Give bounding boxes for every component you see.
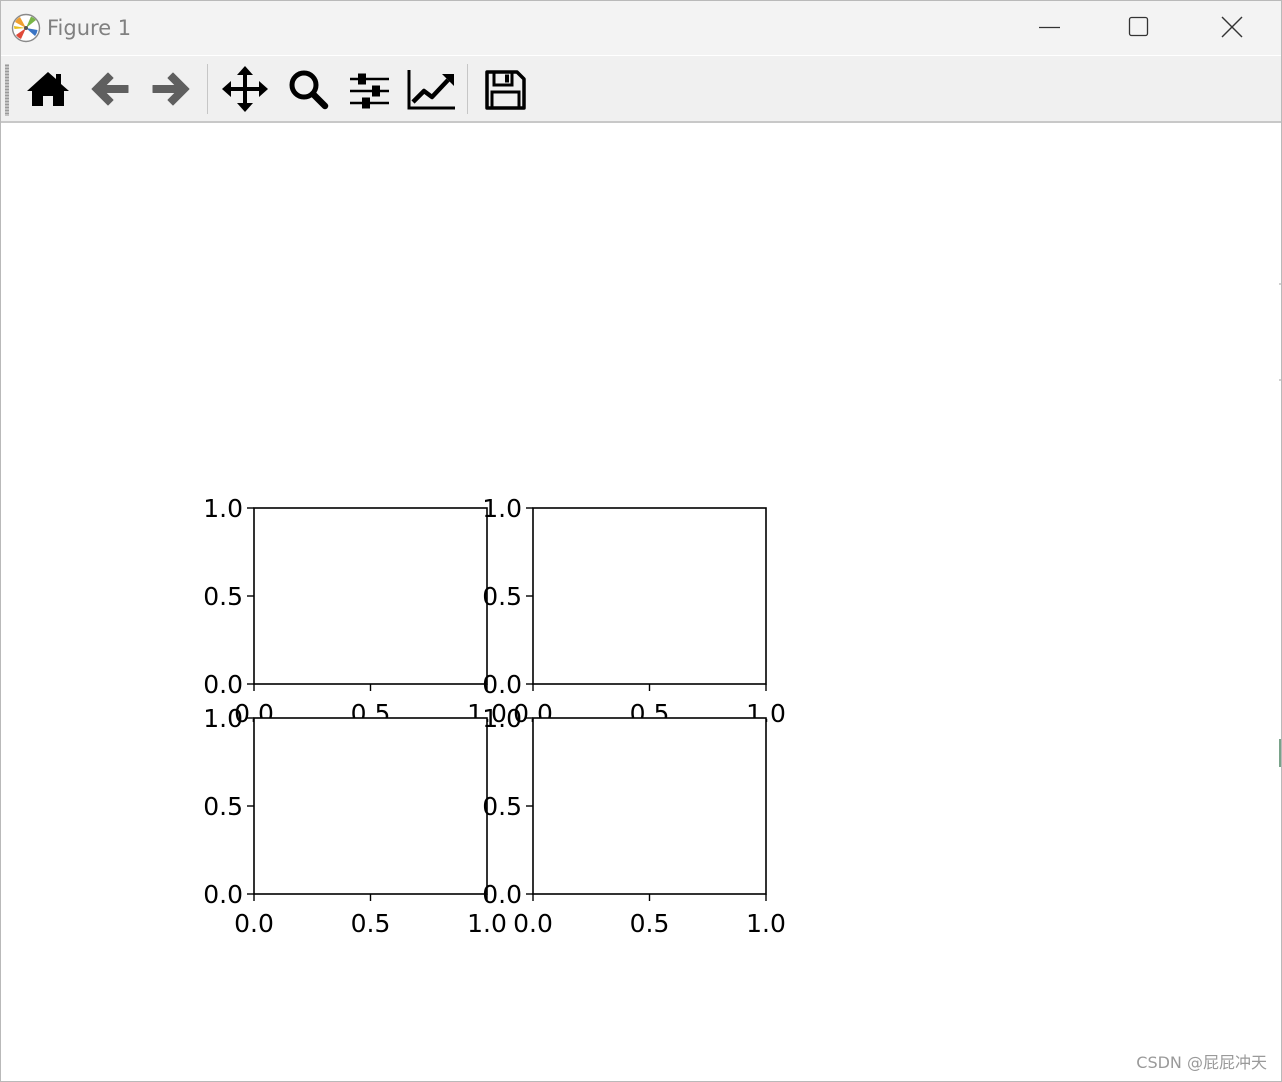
edit-axes-button[interactable]	[404, 62, 458, 116]
forward-button[interactable]	[144, 62, 198, 116]
y-tick-label: 1.0	[203, 494, 243, 523]
back-button[interactable]	[83, 62, 137, 116]
axes-frame	[532, 717, 767, 895]
y-tick-label: 0.5	[203, 582, 243, 611]
zoom-button[interactable]	[280, 62, 334, 116]
magnifier-icon	[289, 70, 329, 110]
toolbar-separator	[207, 64, 208, 114]
figure-canvas[interactable]: 0.0 0.5 1.0 0.0 0.5 1.0 0.0 0.5 1.0 0.0 0.5 1.0 0.0 0…	[1, 123, 1281, 1081]
axes-frame	[532, 507, 767, 685]
x-tick-label: 0.5	[351, 909, 391, 938]
x-tick-label: 0.5	[630, 909, 670, 938]
watermark: CSDN @屁屁冲天	[1136, 1053, 1267, 1072]
close-button[interactable]	[1187, 1, 1279, 55]
matplotlib-logo-icon	[11, 13, 41, 43]
sliders-icon	[350, 73, 389, 109]
arrow-right-icon	[152, 72, 190, 106]
y-tick-label: 0.0	[482, 670, 522, 699]
minimize-icon	[1039, 26, 1060, 29]
toolbar-grip-handle[interactable]	[5, 64, 9, 116]
y-tick-label: 0.5	[203, 792, 243, 821]
move-icon	[222, 66, 268, 112]
maximize-button[interactable]	[1095, 1, 1187, 55]
pan-button[interactable]	[218, 62, 272, 116]
x-tick-label: 1.0	[467, 909, 507, 938]
x-tick-label: 0.0	[234, 909, 274, 938]
navigation-toolbar	[1, 56, 1281, 123]
home-icon	[27, 72, 69, 106]
x-tick-label: 1.0	[746, 909, 786, 938]
maximize-icon	[1128, 16, 1149, 37]
window-title: Figure 1	[47, 16, 132, 40]
figure-window: Figure 1 0.0 0.5 1.0 0.0 0.5 1.0 0.0 0.5…	[0, 0, 1282, 1082]
y-tick-label: 0.0	[203, 670, 243, 699]
configure-subplots-button[interactable]	[342, 62, 396, 116]
window-edge-marker	[1279, 379, 1281, 381]
axes-frame	[253, 507, 488, 685]
y-tick-label: 1.0	[482, 704, 522, 733]
line-chart-icon	[407, 70, 455, 110]
axes-frame	[253, 717, 488, 895]
floppy-disk-icon	[485, 70, 526, 110]
close-icon	[1221, 16, 1243, 38]
y-tick-label: 0.5	[482, 582, 522, 611]
home-button[interactable]	[21, 62, 75, 116]
arrow-left-icon	[91, 72, 129, 106]
y-tick-label: 1.0	[203, 704, 243, 733]
toolbar-separator	[467, 64, 468, 114]
minimize-button[interactable]	[1003, 1, 1095, 55]
y-tick-label: 0.0	[482, 880, 522, 909]
window-edge-marker	[1279, 283, 1281, 285]
title-bar[interactable]: Figure 1	[1, 1, 1281, 55]
subplots-grid: 0.0 0.5 1.00.00.51.00.0 0.5 1.00.00.51.00.0 0…	[203, 494, 786, 938]
y-tick-label: 0.0	[203, 880, 243, 909]
y-tick-label: 1.0	[482, 494, 522, 523]
y-tick-label: 0.5	[482, 792, 522, 821]
save-button[interactable]	[478, 62, 532, 116]
x-tick-label: 0.0	[513, 909, 553, 938]
window-edge-marker	[1279, 739, 1281, 767]
